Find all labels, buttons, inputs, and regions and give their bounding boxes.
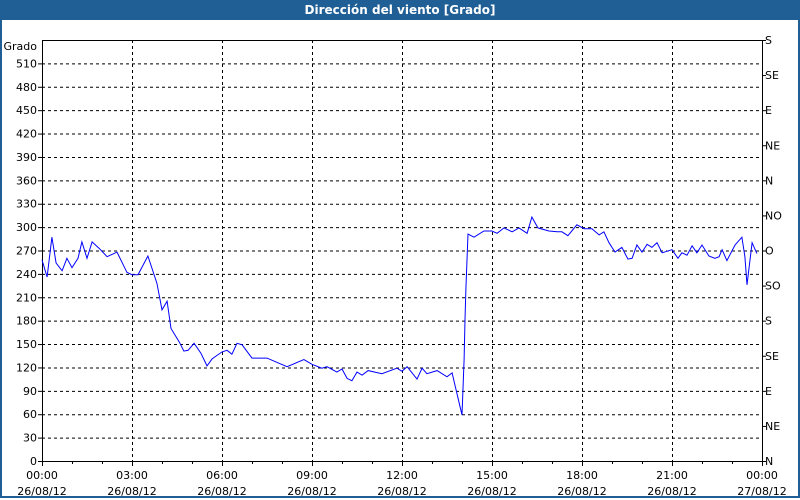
y-axis-label: Grado [4,40,38,53]
x-tick-time: 00:00 [746,469,778,482]
x-tick-time: 03:00 [116,469,148,482]
y-tick-label: 210 [16,291,37,304]
right-tick-label: SE [765,350,779,363]
y-tick-label: 180 [16,315,37,328]
y-tick-label: 0 [30,455,37,468]
y-tick-label: 360 [16,174,37,187]
x-tick-date: 26/08/12 [467,485,516,498]
y-tick-label: 330 [16,198,37,211]
x-tick-date: 26/08/12 [197,485,246,498]
y-tick-label: 480 [16,81,37,94]
right-tick-label: E [765,104,772,117]
right-tick-label: SO [765,280,781,293]
right-tick-label: NE [765,139,780,152]
y-tick-label: 240 [16,268,37,281]
y-tick-label: 270 [16,245,37,258]
x-tick-date: 26/08/12 [17,485,66,498]
right-tick-label: N [765,455,773,468]
x-tick-date: 26/08/12 [647,485,696,498]
right-tick-label: NE [765,420,780,433]
wind-direction-chart: 0 30 60 90 120 150 180 210 240 270 300 330 360 390 420… [4,34,787,498]
right-tick-label: NO [765,209,782,222]
x-tick-date: 27/08/12 [737,485,786,498]
right-tick-label: SE [765,69,779,82]
x-tick-time: 09:00 [296,469,328,482]
y-tick-label: 510 [16,57,37,70]
y-tick-label: 300 [16,221,37,234]
x-tick-date: 26/08/12 [377,485,426,498]
x-tick-date: 26/08/12 [107,485,156,498]
right-tick-label: S [765,315,772,328]
series-line [41,215,758,416]
y-tick-label: 450 [16,104,37,117]
right-tick-label: S [765,34,772,47]
x-tick-time: 06:00 [206,469,238,482]
x-tick-time: 15:00 [476,469,508,482]
y-tick-label: 120 [16,361,37,374]
tick-labels: 0 30 60 90 120 150 180 210 240 270 300 330 360 390 420… [16,34,787,498]
x-tick-time: 12:00 [386,469,418,482]
x-tick-date: 26/08/12 [287,485,336,498]
x-tick-date: 26/08/12 [557,485,606,498]
y-tick-label: 60 [23,408,37,421]
right-tick-label: N [765,174,773,187]
y-tick-label: 90 [23,385,37,398]
x-tick-time: 00:00 [26,469,58,482]
y-tick-label: 390 [16,151,37,164]
y-tick-label: 30 [23,432,37,445]
x-tick-time: 21:00 [656,469,688,482]
right-tick-label: E [765,385,772,398]
y-tick-label: 150 [16,338,37,351]
chart-window: Dirección del viento [Grado] 0 30 60 90 120 1… [0,0,800,498]
x-tick-time: 18:00 [566,469,598,482]
right-tick-label: O [765,245,774,258]
grid [42,40,762,461]
y-tick-label: 420 [16,128,37,141]
